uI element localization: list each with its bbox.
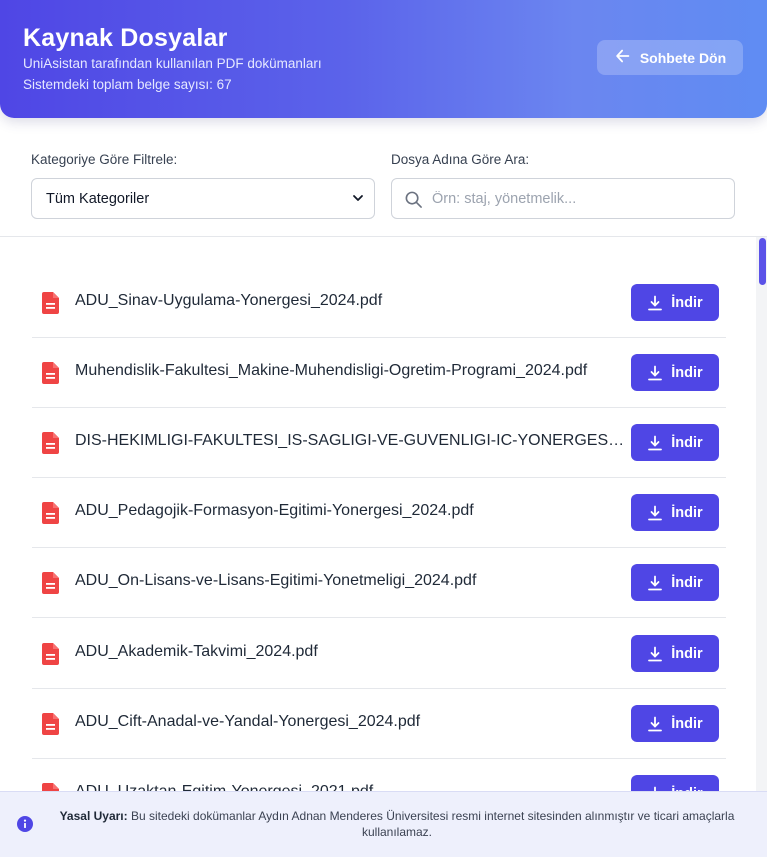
back-to-chat-button[interactable]: Sohbete Dön xyxy=(597,40,743,75)
scrollbar-thumb[interactable] xyxy=(759,238,766,285)
search-filter-label: Dosya Adına Göre Ara: xyxy=(391,152,530,167)
download-label: İndir xyxy=(671,715,703,732)
pdf-file-icon xyxy=(42,572,59,594)
file-name: Muhendislik-Fakultesi_Makine-Muhendislig… xyxy=(75,362,588,379)
page-subtitle: UniAsistan tarafından kullanılan PDF dok… xyxy=(23,56,322,71)
search-input[interactable] xyxy=(432,187,722,211)
download-icon xyxy=(648,575,663,590)
pdf-file-icon xyxy=(42,643,59,665)
file-row: Muhendislik-Fakultesi_Makine-Muhendislig… xyxy=(32,338,726,408)
download-button[interactable]: İndir xyxy=(631,494,719,531)
file-row: ADU_Uzaktan-Egitim-Yonergesi_2021.pdf İn… xyxy=(32,759,726,791)
download-button[interactable]: İndir xyxy=(631,284,719,321)
category-select-value: Tüm Kategoriler xyxy=(46,190,150,207)
back-button-label: Sohbete Dön xyxy=(639,49,727,66)
pdf-file-icon xyxy=(42,502,59,524)
download-icon xyxy=(648,716,663,731)
download-button[interactable]: İndir xyxy=(631,564,719,601)
download-button[interactable]: İndir xyxy=(631,635,719,672)
file-row: ADU_Pedagojik-Formasyon-Egitimi-Yonerges… xyxy=(32,478,726,548)
document-count: Sistemdeki toplam belge sayısı: 67 xyxy=(23,77,232,92)
download-icon xyxy=(648,365,663,380)
download-icon xyxy=(648,646,663,661)
download-icon xyxy=(648,505,663,520)
pdf-file-icon xyxy=(42,362,59,384)
download-label: İndir xyxy=(671,434,703,451)
download-button[interactable]: İndir xyxy=(631,705,719,742)
legal-warning-text: Yasal Uyarı: Bu sitedeki dokümanlar Aydı… xyxy=(52,808,742,840)
download-label: İndir xyxy=(671,504,703,521)
file-name: ADU_Uzaktan-Egitim-Yonergesi_2021.pdf xyxy=(75,783,628,791)
arrow-left-icon xyxy=(614,47,632,68)
file-name: ADU_Pedagojik-Formasyon-Egitimi-Yonerges… xyxy=(75,502,474,519)
page-title: Kaynak Dosyalar xyxy=(23,24,228,52)
file-row: ADU_Cift-Anadal-ve-Yandal-Yonergesi_2024… xyxy=(32,689,726,759)
download-label: İndir xyxy=(671,364,703,381)
file-name: ADU_Sinav-Uygulama-Yonergesi_2024.pdf xyxy=(75,292,383,309)
pdf-file-icon xyxy=(42,432,59,454)
file-name: ADU_On-Lisans-ve-Lisans-Egitimi-Yonetmel… xyxy=(75,572,477,589)
file-name: ADU_Akademik-Takvimi_2024.pdf xyxy=(75,643,318,660)
file-name: ADU_Cift-Anadal-ve-Yandal-Yonergesi_2024… xyxy=(75,713,421,730)
file-list: ADU_Sinav-Uygulama-Yonergesi_2024.pdf İn… xyxy=(0,237,767,791)
download-button[interactable]: İndir xyxy=(631,424,719,461)
download-icon xyxy=(648,295,663,310)
page-header: Kaynak Dosyalar UniAsistan tarafından ku… xyxy=(0,0,767,118)
download-label: İndir xyxy=(671,574,703,591)
download-label: İndir xyxy=(671,294,703,311)
file-row: DIS-HEKIMLIGI-FAKULTESI_IS-SAGLIGI-VE-GU… xyxy=(32,408,726,478)
file-name: DIS-HEKIMLIGI-FAKULTESI_IS-SAGLIGI-VE-GU… xyxy=(75,432,628,449)
file-row: ADU_Sinav-Uygulama-Yonergesi_2024.pdf İn… xyxy=(32,268,726,338)
pdf-file-icon xyxy=(42,783,59,791)
category-filter-label: Kategoriye Göre Filtrele: xyxy=(31,152,178,167)
info-icon xyxy=(17,816,33,832)
download-icon xyxy=(648,435,663,450)
scrollbar-track[interactable] xyxy=(756,237,767,791)
chevron-down-icon xyxy=(353,195,363,201)
search-box xyxy=(391,178,735,219)
legal-warning-title: Yasal Uyarı: xyxy=(59,809,128,823)
legal-warning-footer: Yasal Uyarı: Bu sitedeki dokümanlar Aydı… xyxy=(0,791,767,857)
download-button[interactable]: İndir xyxy=(631,354,719,391)
pdf-file-icon xyxy=(42,292,59,314)
pdf-file-icon xyxy=(42,713,59,735)
search-icon xyxy=(405,191,422,208)
category-select[interactable]: Tüm Kategoriler xyxy=(31,178,375,219)
file-row: ADU_Akademik-Takvimi_2024.pdf İndir xyxy=(32,619,726,689)
download-button[interactable]: İndir xyxy=(631,775,719,791)
download-label: İndir xyxy=(671,645,703,662)
legal-warning-body: Bu sitedeki dokümanlar Aydın Adnan Mende… xyxy=(130,809,735,839)
file-row: ADU_On-Lisans-ve-Lisans-Egitimi-Yonetmel… xyxy=(32,548,726,618)
